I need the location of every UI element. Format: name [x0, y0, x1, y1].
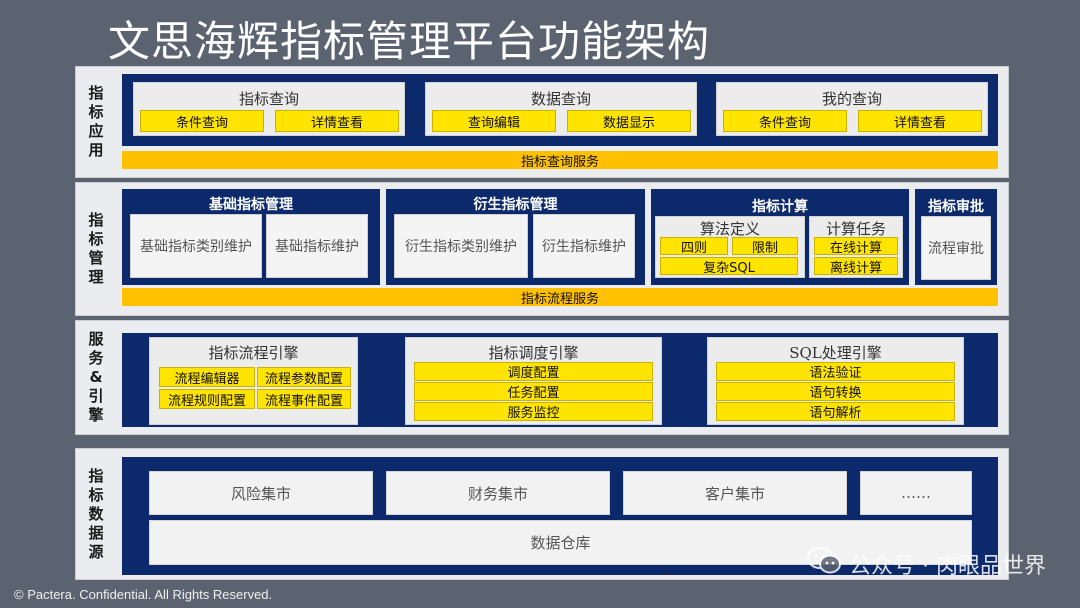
basic-category-maintenance[interactable]: 基础指标类别维护 [130, 214, 262, 278]
algorithm-definition-title: 算法定义 [699, 220, 760, 238]
layer-label-service-engine: 服 务 & 引 擎 [88, 330, 104, 424]
arithmetic-button[interactable]: 四则 [660, 237, 728, 255]
flow-engine-title: 指标流程引擎 [208, 344, 299, 362]
watermark: 公众号 · 肉眼品世界 [807, 547, 1046, 581]
query-edit-button[interactable]: 查询编辑 [432, 110, 556, 132]
flow-event-config-button[interactable]: 流程事件配置 [257, 389, 351, 409]
layer-management: 指 标 管 理 基础指标管理 基础指标类别维护 基础指标维护 衍生指标管理 衍生… [75, 182, 1009, 316]
task-config-button[interactable]: 任务配置 [414, 382, 653, 401]
copyright-footer: © Pactera. Confidential. All Rights Rese… [14, 587, 273, 602]
page-title: 文思海辉指标管理平台功能架构 [108, 17, 711, 66]
sql-engine-title: SQL处理引擎 [789, 344, 882, 362]
complex-sql-button[interactable]: 复杂SQL [660, 257, 798, 275]
algorithm-definition-panel: 算法定义 四则 限制 复杂SQL [655, 216, 805, 278]
more-marts[interactable]: …… [860, 471, 972, 515]
module-title: 指标查询 [238, 90, 299, 108]
process-approval[interactable]: 流程审批 [921, 216, 991, 280]
service-monitor-button[interactable]: 服务监控 [414, 402, 653, 421]
limit-button[interactable]: 限制 [732, 237, 798, 255]
statement-conversion-button[interactable]: 语句转换 [716, 382, 955, 401]
indicator-calculation-title: 指标计算 [752, 199, 808, 215]
detail-view-button[interactable]: 详情查看 [858, 110, 982, 132]
module-title: 我的查询 [821, 90, 882, 108]
basic-indicator-title: 基础指标管理 [209, 197, 293, 213]
ellipsis: ... [660, 563, 674, 579]
basic-indicator-maintenance[interactable]: 基础指标维护 [266, 214, 368, 278]
indicator-approval: 指标审批 流程审批 [915, 189, 997, 285]
finance-mart[interactable]: 财务集市 [386, 471, 610, 515]
schedule-engine-title: 指标调度引擎 [488, 344, 579, 362]
watermark-text: 公众号 · 肉眼品世界 [849, 554, 1046, 579]
layer-label-management: 指 标 管 理 [88, 211, 104, 286]
indicator-query-service-bar: 指标查询服务 [122, 151, 998, 170]
module-title: 数据查询 [530, 90, 591, 108]
layer-label-data-source: 指 标 数 据 源 [88, 466, 104, 561]
derived-indicator-title: 衍生指标管理 [473, 197, 558, 213]
sql-engine: SQL处理引擎 语法验证 语句转换 语句解析 [707, 337, 964, 425]
online-calculation-button[interactable]: 在线计算 [814, 237, 898, 255]
module-data-query: 数据查询 查询编辑 数据显示 [425, 82, 697, 136]
schedule-config-button[interactable]: 调度配置 [414, 362, 653, 381]
indicator-calculation: 指标计算 算法定义 四则 限制 复杂SQL 计算任务 在线计算 离线计算 [651, 189, 909, 285]
schedule-engine: 指标调度引擎 调度配置 任务配置 服务监控 [405, 337, 662, 425]
flow-parameter-config-button[interactable]: 流程参数配置 [257, 367, 351, 387]
derived-indicator-management: 衍生指标管理 衍生指标类别维护 衍生指标维护 [386, 189, 645, 285]
data-display-button[interactable]: 数据显示 [567, 110, 691, 132]
indicator-process-service-bar: 指标流程服务 [122, 288, 998, 307]
calculation-task-title: 计算任务 [825, 220, 886, 238]
flow-editor-button[interactable]: 流程编辑器 [159, 367, 255, 387]
risk-mart[interactable]: 风险集市 [149, 471, 373, 515]
layer-service-engine: 服 务 & 引 擎 指标流程引擎 流程编辑器 流程参数配置 流程规则配置 流程事… [75, 320, 1009, 435]
statement-parsing-button[interactable]: 语句解析 [716, 402, 955, 421]
derived-indicator-maintenance[interactable]: 衍生指标维护 [533, 214, 635, 278]
offline-calculation-button[interactable]: 离线计算 [814, 257, 898, 275]
condition-query-button[interactable]: 条件查询 [723, 110, 847, 132]
module-indicator-query: 指标查询 条件查询 详情查看 [133, 82, 405, 136]
layer-label-application: 指 标 应 用 [88, 84, 104, 159]
syntax-validation-button[interactable]: 语法验证 [716, 362, 955, 381]
calculation-task-panel: 计算任务 在线计算 离线计算 [809, 216, 903, 278]
wechat-icon [807, 547, 842, 581]
basic-indicator-management: 基础指标管理 基础指标类别维护 基础指标维护 [122, 189, 380, 285]
indicator-approval-title: 指标审批 [928, 199, 984, 215]
flow-rule-config-button[interactable]: 流程规则配置 [159, 389, 255, 409]
customer-mart[interactable]: 客户集市 [623, 471, 847, 515]
condition-query-button[interactable]: 条件查询 [140, 110, 264, 132]
module-my-query: 我的查询 条件查询 详情查看 [716, 82, 988, 136]
flow-engine: 指标流程引擎 流程编辑器 流程参数配置 流程规则配置 流程事件配置 [149, 337, 358, 425]
derived-category-maintenance[interactable]: 衍生指标类别维护 [394, 214, 528, 278]
detail-view-button[interactable]: 详情查看 [275, 110, 399, 132]
layer-application: 指 标 应 用 指标查询 条件查询 详情查看 数据查询 查询编辑 数据显示 我的… [75, 66, 1009, 178]
